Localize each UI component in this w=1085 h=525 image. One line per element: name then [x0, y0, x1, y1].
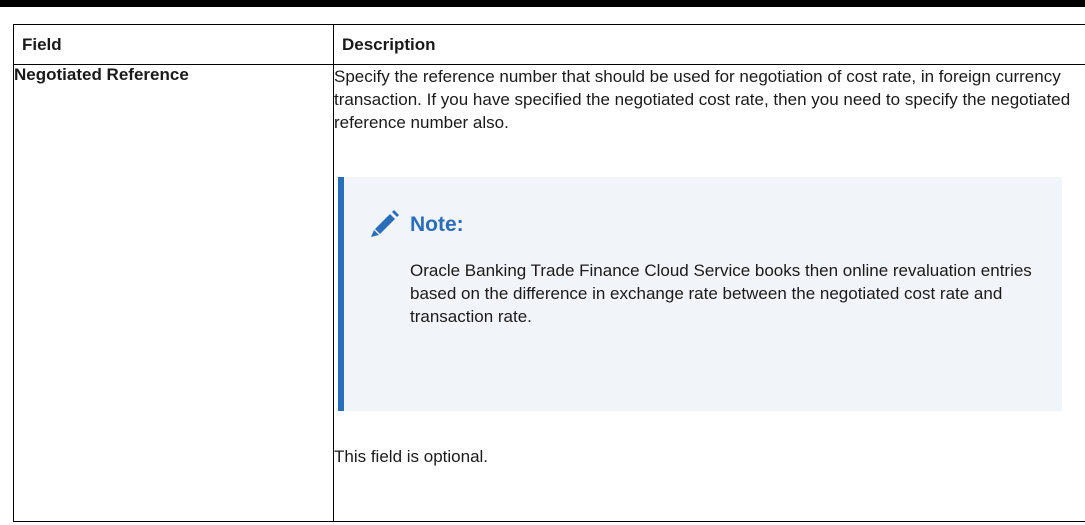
top-rule: [0, 0, 1085, 7]
table-header-row: Field Description: [13, 24, 1085, 65]
field-description-table: Field Description Negotiated Reference S…: [13, 24, 1085, 522]
description-text: Specify the reference number that should…: [334, 67, 1071, 132]
pencil-icon: [368, 210, 400, 238]
description-cell: Specify the reference number that should…: [333, 64, 1085, 522]
note-callout: Note: Oracle Banking Trade Finance Cloud…: [338, 177, 1062, 411]
note-title: Note:: [410, 212, 464, 236]
note-body: Oracle Banking Trade Finance Cloud Servi…: [410, 261, 1032, 326]
table-row: Negotiated Reference Specify the referen…: [13, 64, 1085, 522]
field-name-cell: Negotiated Reference: [13, 64, 334, 522]
optional-text: This field is optional.: [334, 447, 489, 466]
column-header-description: Description: [333, 24, 1085, 65]
column-header-field: Field: [13, 24, 334, 65]
note-heading: Note:: [368, 209, 1062, 239]
